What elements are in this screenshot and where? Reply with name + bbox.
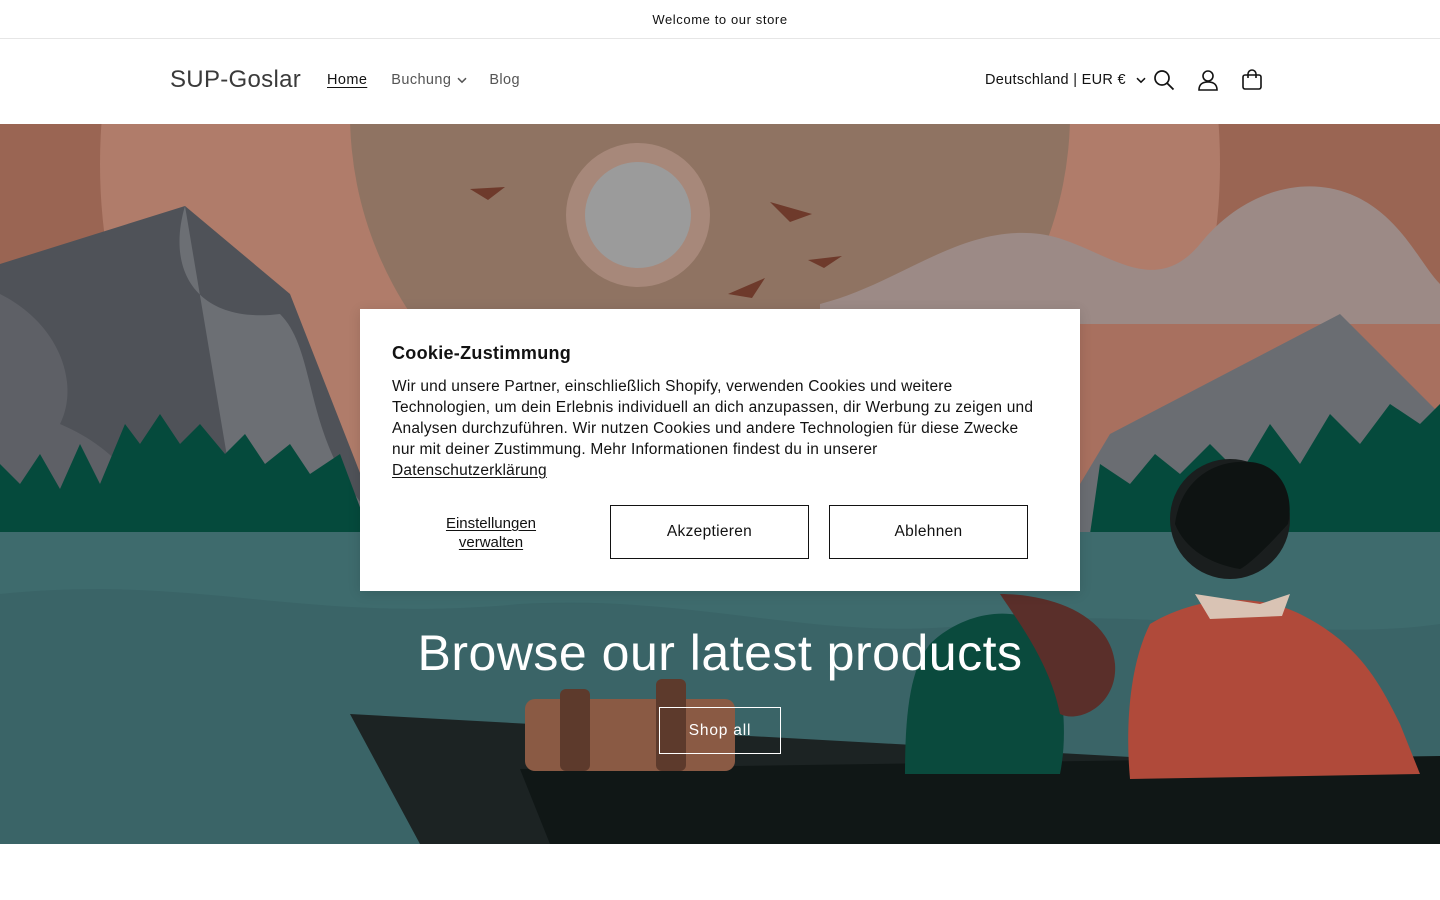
main-nav: Home Buchung Blog [327,72,520,88]
privacy-policy-link[interactable]: Datenschutzerklärung [392,460,1042,481]
cookie-body: Wir und unsere Partner, einschließlich S… [392,376,1042,481]
announcement-bar: Welcome to our store [0,0,1440,39]
shop-all-button[interactable]: Shop all [659,707,781,754]
cookie-text: Wir und unsere Partner, einschließlich S… [392,378,1034,458]
nav-buchung[interactable]: Buchung [391,72,467,88]
nav-home[interactable]: Home [327,72,367,88]
country-currency-selector[interactable]: Deutschland | EUR € [985,72,1146,88]
cookie-title: Cookie-Zustimmung [392,343,572,363]
cookie-consent-dialog: Cookie-Zustimmung Wir und unsere Partner… [360,309,1080,591]
store-logo[interactable]: SUP-Goslar [170,66,301,94]
nav-buchung-label: Buchung [391,72,452,88]
chevron-down-icon [1136,72,1146,88]
decline-button[interactable]: Ablehnen [829,505,1028,559]
site-header: SUP-Goslar Home Buchung Blog Deutschland… [0,39,1440,124]
hero-title: Browse our latest products [417,625,1023,681]
locale-label: Deutschland | EUR € [985,72,1126,88]
nav-blog[interactable]: Blog [489,72,520,88]
accept-button[interactable]: Akzeptieren [610,505,809,559]
account-icon[interactable] [1195,67,1221,93]
search-icon[interactable] [1151,67,1177,93]
manage-preferences-link[interactable]: Einstellungen verwalten [424,514,558,552]
chevron-down-icon [457,72,467,88]
cart-icon[interactable] [1239,67,1265,93]
announcement-text: Welcome to our store [652,11,788,27]
